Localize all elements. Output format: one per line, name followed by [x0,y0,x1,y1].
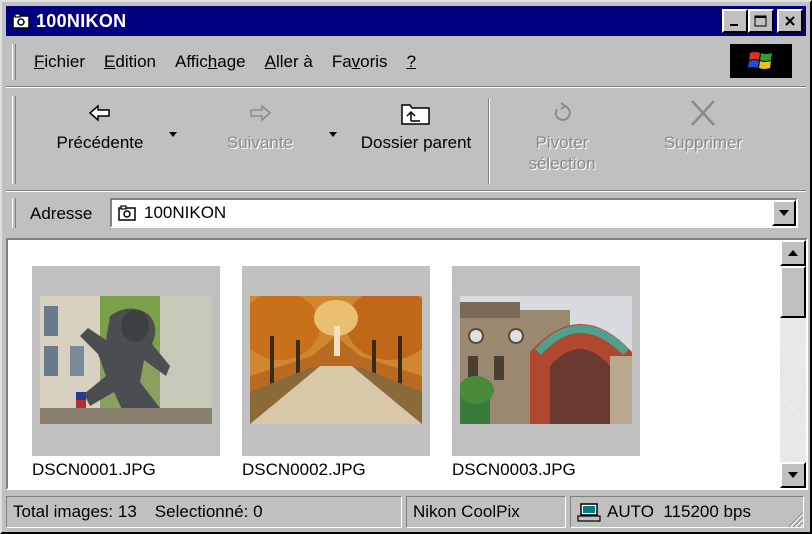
address-bar: Adresse 100NIKON [6,194,806,232]
windows-logo [730,44,792,78]
thumbnail-item[interactable]: DSCN0003.JPG [452,266,640,480]
rotate-icon [554,102,571,121]
folder-up-icon [401,104,430,125]
thumbnail-frame [242,266,430,456]
parent-folder-button[interactable]: Dossier parent [348,98,484,153]
address-dropdown-button[interactable] [772,200,796,226]
forward-dropdown[interactable] [329,132,337,137]
back-dropdown[interactable] [169,132,177,137]
minimize-button[interactable] [722,9,748,33]
address-value: 100NIKON [144,203,227,222]
menu-affichage[interactable]: Affichage [165,52,255,72]
forward-button[interactable]: Suivante [210,98,310,153]
menu-aller-a[interactable]: Aller à [255,52,322,72]
left-arrow-icon [88,104,110,122]
rotate-label-line1: Pivoter [535,133,589,152]
camera-folder-icon [12,13,30,29]
vertical-scrollbar[interactable] [780,240,806,488]
delete-button[interactable]: Supprimer [648,98,758,153]
menu-bar: Fichier Edition Affichage Aller à Favori… [6,40,806,84]
scroll-down-button[interactable] [780,462,806,488]
address-field[interactable]: 100NIKON [110,198,798,228]
maximize-icon [754,15,767,27]
delete-x-icon [691,100,715,126]
windows-flag-icon [748,52,772,69]
thumbnail-item[interactable]: DSCN0001.JPG [32,266,220,480]
toolbar: Précédente Suivante Dossier parent Pivot… [6,90,806,188]
status-bar: Total images: 13 Selectionné: 0 Nikon Co… [6,494,806,530]
total-images: Total images: 13 [13,502,137,521]
address-band-grip[interactable] [12,198,16,228]
back-label: Précédente [56,133,144,152]
menu-separator [6,86,806,88]
thumbnail-frame [32,266,220,456]
menu-favoris[interactable]: Favoris [322,52,397,72]
menu-fichier[interactable]: Fichier [24,52,94,72]
close-icon [785,16,795,26]
title-bar[interactable]: 100NIKON [6,6,806,36]
file-view[interactable]: DSCN0001.JPG DSCN0002.JPG DSCN0003.JPG [6,238,808,490]
scroll-up-button[interactable] [780,240,806,266]
chevron-up-icon [788,250,798,256]
thumbnail-image [460,296,632,424]
back-button[interactable]: Précédente [44,98,156,153]
connection-status: AUTO 115200 bps [607,502,751,521]
camera-name: Nikon CoolPix [413,502,520,521]
forward-label: Suivante [226,133,294,152]
selected-count: Selectionné: 0 [154,502,263,521]
parent-folder-label: Dossier parent [360,133,472,152]
right-arrow-icon [250,104,272,122]
toolbar-separator [488,98,490,184]
resize-grip-icon[interactable] [786,510,804,528]
status-panel-connection: AUTO 115200 bps [570,496,804,528]
minimize-icon [730,24,738,26]
status-panel-images: Total images: 13 Selectionné: 0 [6,496,402,528]
menu-help[interactable]: ? [397,52,425,72]
thumbnail-image [250,296,422,424]
delete-label: Supprimer [663,133,743,152]
camera-folder-icon [118,205,136,221]
computer-icon [577,503,601,522]
maximize-button[interactable] [748,9,774,33]
chevron-down-icon [788,472,798,478]
menu-band-grip[interactable] [12,44,16,80]
rotate-button[interactable]: Pivoter sélection [512,98,612,174]
file-name: DSCN0002.JPG [242,460,366,479]
menu-edition[interactable]: Edition [94,52,165,72]
file-name: DSCN0003.JPG [452,460,576,479]
toolbar-separator-h [6,190,806,192]
thumbnail-image [40,296,212,424]
status-panel-camera: Nikon CoolPix [406,496,566,528]
thumbnail-frame [452,266,640,456]
toolbar-band-grip[interactable] [12,96,16,184]
chevron-down-icon [779,210,789,216]
thumbnail-item[interactable]: DSCN0002.JPG [242,266,430,480]
explorer-window: 100NIKON Fichier Edition Affichage Aller… [0,0,812,534]
scroll-thumb[interactable] [780,266,806,318]
close-button[interactable] [777,9,803,33]
rotate-label-line2: sélection [528,154,596,173]
file-name: DSCN0001.JPG [32,460,156,479]
address-label: Adresse [30,204,93,223]
window-title: 100NIKON [36,10,127,31]
